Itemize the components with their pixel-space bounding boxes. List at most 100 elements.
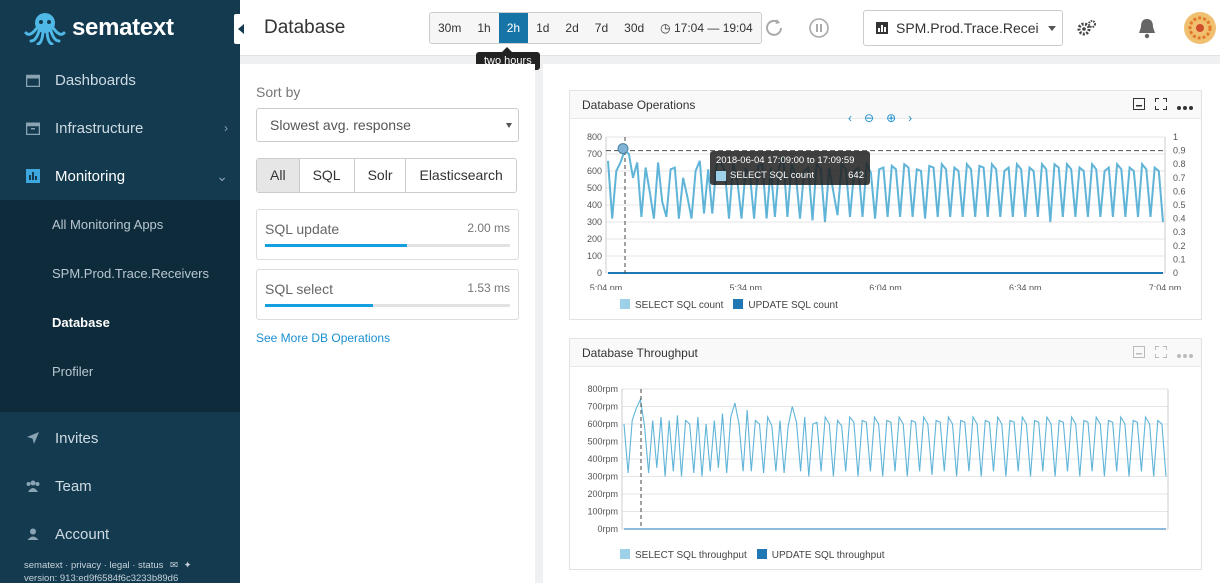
page-title: Database: [264, 17, 346, 38]
operation-value: 1.53 ms: [467, 281, 510, 295]
db-type-filter: All SQL Solr Elasticsearch: [256, 158, 517, 193]
db-operation-sql-select[interactable]: SQL select 1.53 ms: [256, 269, 519, 320]
time-button-7d[interactable]: 7d: [587, 13, 616, 43]
charts-area: Database Operations ‹ ⊖ ⊕ › 0 100 200 300 40…: [543, 64, 1220, 583]
db-operation-sql-update[interactable]: SQL update 2.00 ms: [256, 209, 519, 260]
sidebar: sematext Dashboards Infrastructure › Mon…: [0, 0, 240, 583]
submenu-item-profiler[interactable]: Profiler: [52, 364, 93, 379]
operation-bar: [265, 304, 510, 307]
time-button-1d[interactable]: 1d: [528, 13, 557, 43]
fullscreen-icon[interactable]: [1154, 345, 1168, 363]
footer-links-text[interactable]: sematext · privacy · legal · status: [24, 560, 163, 571]
monitoring-submenu: All Monitoring Apps SPM.Prod.Trace.Recei…: [0, 200, 240, 412]
filter-solr[interactable]: Solr: [355, 159, 407, 192]
sidebar-item-label: Infrastructure: [55, 119, 144, 137]
y-tick-label: 400rpm: [587, 454, 618, 464]
more-options-icon[interactable]: [1177, 97, 1193, 115]
time-button-2d[interactable]: 2d: [557, 13, 586, 43]
filter-all[interactable]: All: [257, 159, 300, 192]
chart-icon: [25, 168, 41, 184]
submenu-item-spm-prod-trace-receivers[interactable]: SPM.Prod.Trace.Receivers: [52, 266, 209, 281]
fullscreen-icon[interactable]: [1154, 97, 1168, 115]
settings-gears-icon[interactable]: [1073, 14, 1101, 42]
time-button-2h[interactable]: 2h: [498, 13, 529, 43]
submenu-item-database[interactable]: Database: [52, 315, 110, 330]
header: Database 30m 1h 2h 1d 2d 7d 30d ◷ 17:04 …: [240, 0, 1220, 56]
submenu-item-all-monitoring-apps[interactable]: All Monitoring Apps: [52, 217, 163, 232]
app-selector[interactable]: SPM.Prod.Trace.Recei: [863, 10, 1063, 46]
footer-links[interactable]: sematext · privacy · legal · status ✉ ✦: [24, 560, 192, 571]
more-options-icon[interactable]: [1177, 345, 1193, 363]
y-tick-label: 800rpm: [587, 384, 618, 394]
panel-title: Database Throughput: [582, 346, 698, 360]
sidebar-item-dashboards[interactable]: Dashboards: [0, 56, 240, 104]
y-tick-label: 400: [587, 200, 602, 210]
operation-value: 2.00 ms: [467, 221, 510, 235]
time-range-label: 17:04 — 19:04: [674, 21, 753, 35]
chevron-down-icon: ⌄: [216, 167, 228, 184]
bell-icon[interactable]: [1133, 14, 1161, 42]
custom-time-range-button[interactable]: ◷ 17:04 — 19:04: [652, 13, 761, 43]
y-tick-label: 300rpm: [587, 472, 618, 482]
bar-chart-icon: [876, 22, 888, 34]
y-tick-label: 200rpm: [587, 489, 618, 499]
sematext-logo[interactable]: sematext: [24, 10, 174, 46]
time-button-30m[interactable]: 30m: [430, 13, 469, 43]
x-tick-label: 7:04 pm: [1152, 539, 1185, 540]
filter-sql[interactable]: SQL: [300, 159, 355, 192]
legend-item-update-sql-count[interactable]: UPDATE SQL count: [733, 299, 838, 311]
y2-tick-label: 0.6: [1173, 186, 1186, 196]
sidebar-item-label: Team: [55, 477, 92, 495]
database-throughput-chart[interactable]: 0rpm 100rpm 200rpm 300rpm 400rpm 500rpm 600rpm…: [570, 368, 1203, 540]
hover-point: [617, 143, 629, 155]
refresh-icon[interactable]: [760, 14, 788, 42]
see-more-db-operations-link[interactable]: See More DB Operations: [256, 331, 390, 345]
sidebar-item-label: Dashboards: [55, 71, 136, 89]
sidebar-item-team[interactable]: Team: [0, 462, 240, 510]
legend-item-select-sql-throughput[interactable]: SELECT SQL throughput: [620, 549, 747, 561]
y-tick-label: 0: [597, 268, 602, 278]
octopus-logo-icon: [24, 13, 66, 45]
x-tick-label: 6:34 pm: [1015, 539, 1048, 540]
sidebar-item-monitoring[interactable]: Monitoring ⌄: [0, 152, 240, 200]
x-tick-label: 6:04 pm: [879, 539, 912, 540]
time-button-30d[interactable]: 30d: [616, 13, 652, 43]
clock-icon: ◷: [660, 21, 671, 35]
db-operations-panel: Sort by Slowest avg. response All SQL So…: [240, 64, 535, 583]
sort-by-value: Slowest avg. response: [270, 117, 411, 133]
database-operations-panel: Database Operations ‹ ⊖ ⊕ › 0 100 200 300 40…: [569, 90, 1202, 320]
x-tick-label: 6:34 pm: [1009, 283, 1042, 290]
sidebar-item-account[interactable]: Account: [0, 510, 240, 558]
sidebar-item-infrastructure[interactable]: Infrastructure ›: [0, 104, 240, 152]
x-tick-label: 6:04 pm: [869, 283, 902, 290]
sidebar-item-invites[interactable]: Invites: [0, 414, 240, 462]
app-selector-value: SPM.Prod.Trace.Recei: [896, 20, 1039, 36]
minimize-icon[interactable]: [1133, 97, 1145, 115]
y2-tick-label: 0.9: [1173, 146, 1186, 156]
database-operations-chart[interactable]: 0 100 200 300 400 500 600 700 800 0 0.1 0.2 0.3 0.4 0.…: [570, 120, 1203, 290]
y2-tick-label: 1: [1173, 132, 1178, 142]
send-icon: [25, 430, 41, 446]
sort-by-select[interactable]: Slowest avg. response: [256, 108, 519, 142]
legend-item-select-sql-count[interactable]: SELECT SQL count: [620, 299, 723, 311]
twitter-icon[interactable]: ✦: [184, 560, 192, 571]
version-text: version: 913:ed9f6584f6c3233b89d6: [24, 573, 179, 583]
filter-elasticsearch[interactable]: Elasticsearch: [406, 159, 515, 192]
avatar[interactable]: [1180, 12, 1220, 44]
y-tick-label: 700: [587, 149, 602, 159]
time-button-1h[interactable]: 1h: [469, 13, 498, 43]
pause-icon[interactable]: [805, 14, 833, 42]
collapse-sidebar-button[interactable]: [234, 14, 248, 44]
email-icon[interactable]: ✉: [170, 560, 178, 571]
y2-tick-label: 0.8: [1173, 159, 1186, 169]
minimize-icon[interactable]: [1133, 345, 1145, 363]
user-icon: [25, 526, 41, 542]
time-range-selector: 30m 1h 2h 1d 2d 7d 30d ◷ 17:04 — 19:04: [429, 12, 762, 44]
x-tick-label: 5:04 pm: [606, 539, 639, 540]
legend-item-update-sql-throughput[interactable]: UPDATE SQL throughput: [756, 549, 885, 561]
chart-legend: SELECT SQL throughput UPDATE SQL through…: [620, 549, 885, 561]
y-tick-label: 0rpm: [597, 524, 618, 534]
chart-legend: SELECT SQL count UPDATE SQL count: [620, 299, 838, 311]
x-tick-label: 5:34 pm: [742, 539, 775, 540]
tooltip-value: 642: [848, 170, 864, 181]
